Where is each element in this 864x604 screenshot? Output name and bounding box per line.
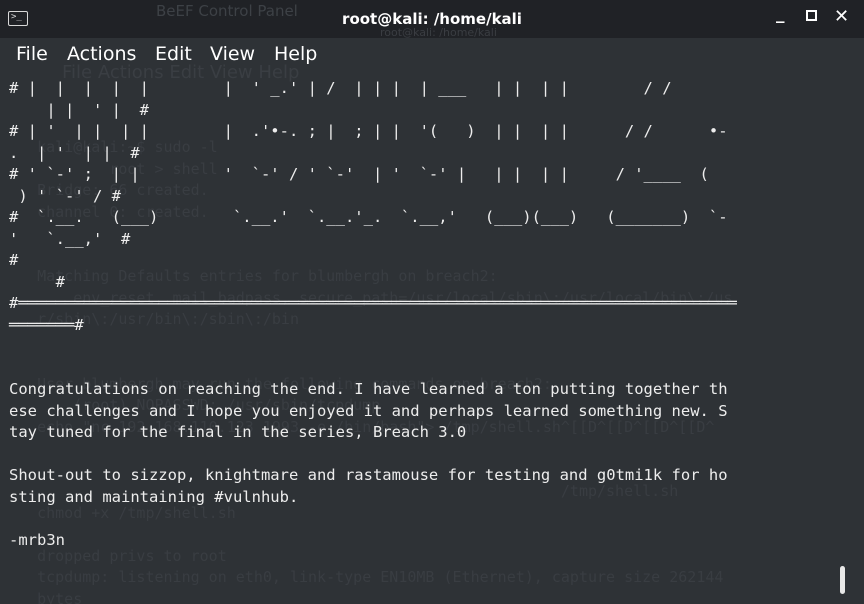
menu-file[interactable]: File — [16, 43, 48, 65]
terminal-output[interactable]: # | | | | | | ' _.' | / | | | | ___ | | … — [9, 78, 737, 551]
terminal-window: BeEF Control Panel root@kali: /home/kali… — [0, 0, 864, 604]
scrollbar-thumb[interactable] — [840, 566, 845, 594]
maximize-button[interactable] — [806, 10, 817, 21]
window-title: root@kali: /home/kali — [342, 10, 522, 28]
close-button[interactable]: ✕ — [834, 6, 849, 27]
title-bar[interactable]: BeEF Control Panel root@kali: /home/kali… — [0, 0, 864, 39]
minimize-button[interactable]: _ — [776, 4, 785, 24]
